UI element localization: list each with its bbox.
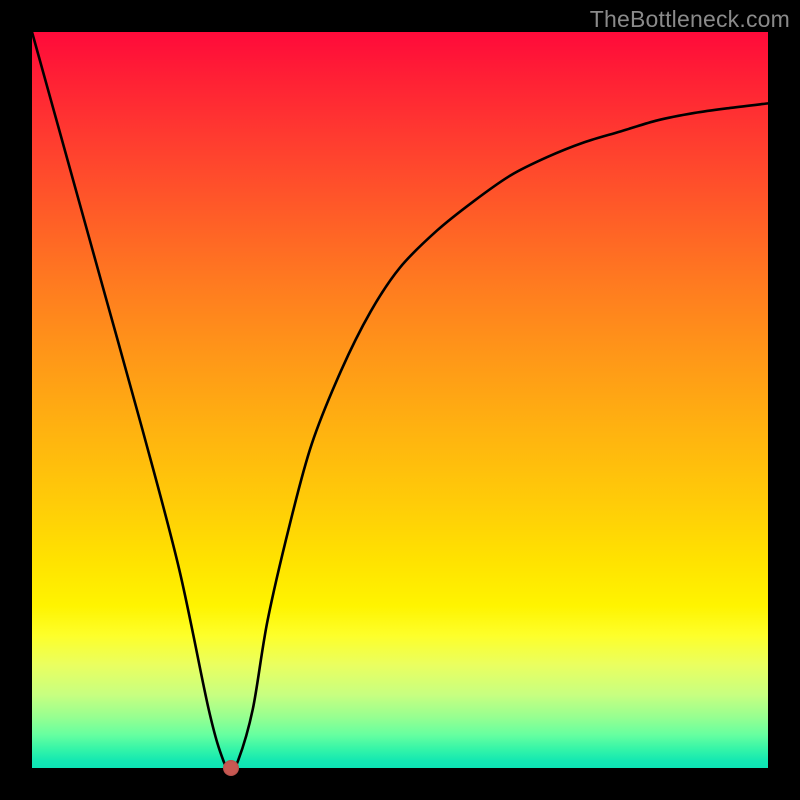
curve-path <box>32 32 768 768</box>
plot-area <box>32 32 768 768</box>
watermark-text: TheBottleneck.com <box>590 6 790 33</box>
chart-frame: TheBottleneck.com <box>0 0 800 800</box>
optimal-point-marker <box>223 760 239 776</box>
bottleneck-curve <box>32 32 768 768</box>
